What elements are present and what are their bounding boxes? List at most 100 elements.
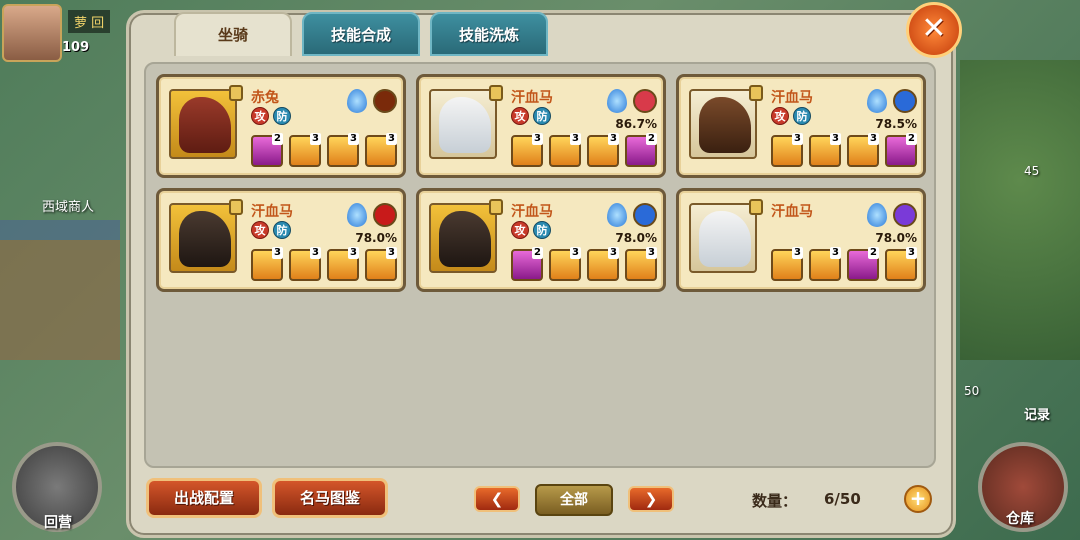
count-label: 数量： [752,492,798,510]
water-drop-icon [347,89,367,113]
skill-icon[interactable]: 3 [511,133,543,167]
tab-mount[interactable]: 坐骑 [174,12,292,56]
mount-portrait: Lv.45 [689,203,757,273]
skill-icon[interactable]: 3 [771,133,803,167]
next-page-button[interactable]: ❯ [628,486,674,512]
lock-icon[interactable] [489,85,503,101]
mount-elements [607,89,657,113]
mount-card[interactable]: Lv.45 汗血马 78.0% 3 3 2 3 [676,188,926,292]
skill-icon[interactable]: 2 [885,133,917,167]
tab-skill-refine[interactable]: 技能洗炼 [430,12,548,56]
filter-all-button[interactable]: 全部 [535,484,613,516]
battle-config-button[interactable]: 出战配置 [146,478,262,518]
defense-badge-icon: 防 [533,221,551,239]
mount-badges: 攻防 [771,107,811,125]
mount-elements [607,203,657,227]
skill-icon[interactable]: 2 [251,133,283,167]
skill-icon[interactable]: 2 [625,133,657,167]
background-trees [960,60,1080,360]
skill-level: 3 [310,133,321,145]
side-level-badge: 50 [964,384,980,398]
water-drop-icon [867,89,887,113]
lock-icon[interactable] [749,199,763,215]
mount-portrait: Lv.50 [169,89,237,159]
mount-card[interactable]: Lv.50 赤兔攻防 2 3 3 3 [156,74,406,178]
skill-slots: 3 3 3 3 [251,247,397,281]
warehouse-label: 仓库 [1006,511,1034,527]
lock-icon[interactable] [229,85,243,101]
add-slot-button[interactable]: + [904,485,932,513]
player-avatar[interactable] [2,4,62,62]
skill-icon[interactable]: 3 [327,247,359,281]
element-orb-icon [633,89,657,113]
water-drop-icon [607,203,627,227]
skill-level: 2 [646,133,657,145]
skill-slots: 3 3 3 2 [511,133,657,167]
skill-icon[interactable]: 3 [771,247,803,281]
skill-icon[interactable]: 3 [365,133,397,167]
water-drop-icon [867,203,887,227]
side-level-badge: 45 [1024,164,1040,178]
element-orb-icon [373,203,397,227]
skill-icon[interactable]: 2 [511,247,543,281]
attack-badge-icon: 攻 [511,221,529,239]
player-level: 109 [62,40,90,55]
skill-icon[interactable]: 3 [365,247,397,281]
skill-level: 2 [532,247,543,259]
mount-portrait: Lv.45 [689,89,757,159]
horse-image [699,211,751,267]
close-button[interactable]: ✕ [906,2,962,58]
skill-icon[interactable]: 3 [549,133,581,167]
lock-icon[interactable] [229,199,243,215]
lock-icon[interactable] [749,85,763,101]
attack-badge-icon: 攻 [511,107,529,125]
skill-icon[interactable]: 3 [809,247,841,281]
mount-card[interactable]: Lv.45 汗血马攻防 78.0% 3 3 3 3 [156,188,406,292]
skill-icon[interactable]: 3 [847,133,879,167]
lock-icon[interactable] [489,199,503,215]
skill-icon[interactable]: 3 [587,247,619,281]
skill-icon[interactable]: 3 [289,133,321,167]
defense-badge-icon: 防 [793,107,811,125]
mount-badges: 攻防 [511,107,551,125]
mount-name: 汗血马 [511,90,553,106]
npc-name-label[interactable]: 西域商人 [42,196,94,215]
water-drop-icon [347,203,367,227]
skill-icon[interactable]: 3 [625,247,657,281]
skill-level: 3 [310,247,321,259]
skill-icon[interactable]: 3 [885,247,917,281]
defense-badge-icon: 防 [273,107,291,125]
tab-skill-synthesis[interactable]: 技能合成 [302,12,420,56]
mount-card[interactable]: Lv.45 汗血马攻防 78.0% 2 3 3 3 [416,188,666,292]
skill-icon[interactable]: 3 [587,133,619,167]
mount-name: 汗血马 [251,204,293,220]
skill-icon[interactable]: 3 [289,247,321,281]
horse-image [699,97,751,153]
mount-card[interactable]: Lv.45 汗血马攻防 78.5% 3 3 3 2 [676,74,926,178]
skill-icon[interactable]: 3 [809,133,841,167]
mount-elements [347,203,397,227]
skill-level: 3 [570,133,581,145]
skill-level: 3 [906,247,917,259]
water-drop-icon [607,89,627,113]
mount-portrait: Lv.45 [169,203,237,273]
mount-percent: 86.7% [615,117,657,131]
player-name: 萝 回 [68,10,111,33]
mount-portrait: Lv.45 [429,203,497,273]
skill-icon[interactable]: 3 [327,133,359,167]
prev-page-button[interactable]: ❮ [474,486,520,512]
mount-elements [867,203,917,227]
mount-card[interactable]: Lv.45 汗血马攻防 86.7% 3 3 3 2 [416,74,666,178]
record-button-label[interactable]: 记录 [1024,404,1050,423]
skill-level: 2 [272,133,283,145]
horse-gallery-button[interactable]: 名马图鉴 [272,478,388,518]
skill-icon[interactable]: 2 [847,247,879,281]
skill-level: 3 [348,133,359,145]
skill-icon[interactable]: 3 [251,247,283,281]
skill-icon[interactable]: 3 [549,247,581,281]
skill-level: 3 [532,133,543,145]
skill-level: 3 [348,247,359,259]
element-orb-icon [893,89,917,113]
mount-percent: 78.5% [875,117,917,131]
skill-level: 3 [570,247,581,259]
